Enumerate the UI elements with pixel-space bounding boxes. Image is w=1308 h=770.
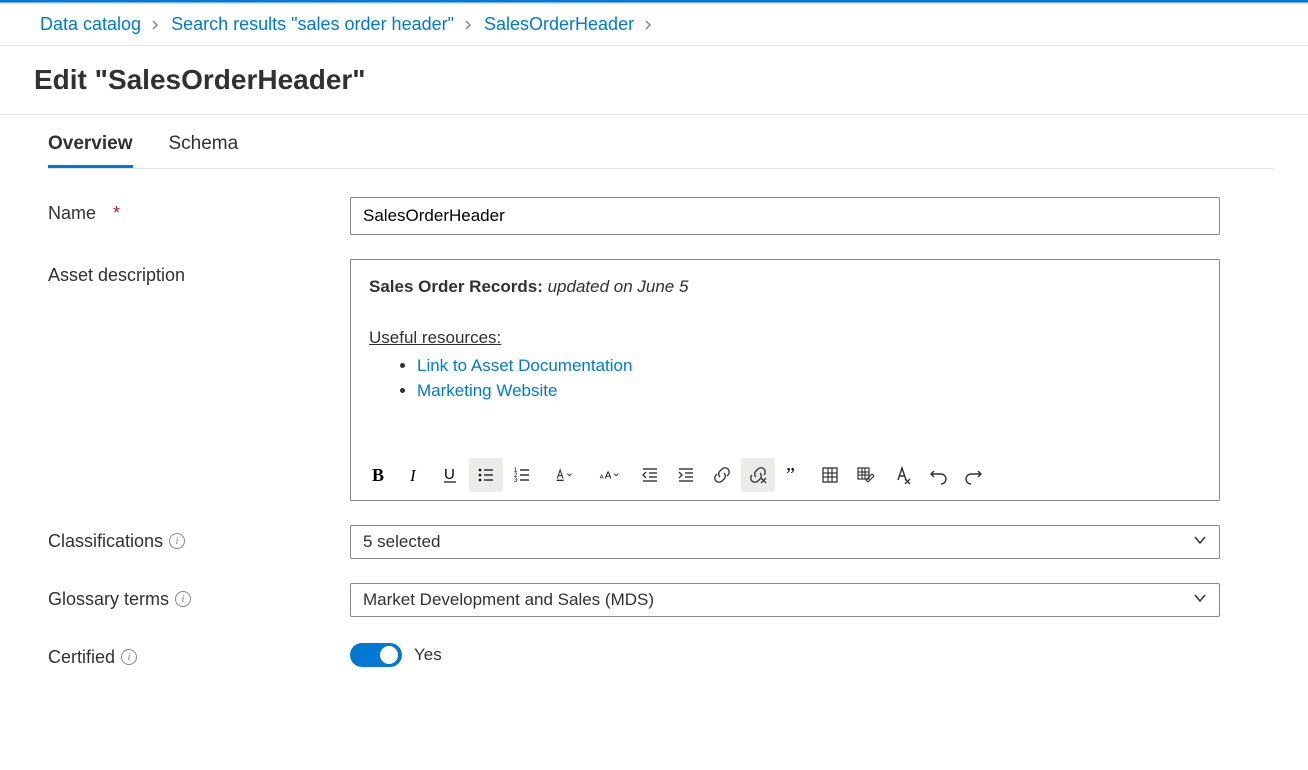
font-color-button[interactable]: [541, 458, 585, 492]
label-certified: Certified i: [48, 641, 350, 668]
desc-title-italic: updated on June 5: [543, 277, 689, 296]
tab-schema[interactable]: Schema: [169, 133, 239, 168]
certified-value: Yes: [414, 645, 442, 665]
italic-button[interactable]: I: [397, 458, 431, 492]
svg-text:A: A: [600, 474, 604, 480]
insert-table-button[interactable]: [813, 458, 847, 492]
chevron-right-icon: [644, 17, 654, 33]
info-icon[interactable]: i: [169, 533, 185, 549]
desc-resources-heading: Useful resources:: [369, 328, 501, 347]
info-icon[interactable]: i: [121, 649, 137, 665]
svg-text:B: B: [372, 465, 384, 485]
glossary-dropdown[interactable]: Market Development and Sales (MDS): [350, 583, 1220, 617]
desc-title-bold: Sales Order Records:: [369, 277, 543, 296]
certified-toggle[interactable]: [350, 643, 402, 667]
svg-text:U: U: [444, 466, 455, 483]
underline-button[interactable]: U: [433, 458, 467, 492]
rich-text-editor: Sales Order Records: updated on June 5 U…: [350, 259, 1220, 501]
chevron-right-icon: [464, 17, 474, 33]
glossary-value: Market Development and Sales (MDS): [363, 590, 654, 610]
bulleted-list-button[interactable]: [469, 458, 503, 492]
svg-text:A: A: [605, 470, 612, 481]
tab-overview[interactable]: Overview: [48, 133, 133, 168]
svg-text:”: ”: [786, 465, 795, 485]
increase-indent-button[interactable]: [669, 458, 703, 492]
label-name: Name *: [48, 197, 350, 224]
decrease-indent-button[interactable]: [633, 458, 667, 492]
redo-button[interactable]: [957, 458, 991, 492]
label-description: Asset description: [48, 259, 350, 286]
remove-link-button[interactable]: [741, 458, 775, 492]
rte-toolbar: B I U 123 AA ”: [351, 454, 1219, 500]
desc-link-marketing[interactable]: Marketing Website: [417, 381, 557, 400]
font-size-button[interactable]: AA: [587, 458, 631, 492]
desc-link-documentation[interactable]: Link to Asset Documentation: [417, 356, 632, 375]
label-glossary: Glossary terms i: [48, 583, 350, 610]
page-title: Edit "SalesOrderHeader": [0, 46, 1308, 115]
svg-text:3: 3: [514, 478, 518, 484]
bold-button[interactable]: B: [361, 458, 395, 492]
svg-text:I: I: [409, 466, 417, 485]
rte-content[interactable]: Sales Order Records: updated on June 5 U…: [351, 260, 1219, 454]
breadcrumb: Data catalog Search results "sales order…: [0, 4, 1308, 46]
insert-link-button[interactable]: [705, 458, 739, 492]
info-icon[interactable]: i: [175, 591, 191, 607]
chevron-down-icon: [1193, 532, 1207, 552]
classifications-value: 5 selected: [363, 532, 441, 552]
undo-button[interactable]: [921, 458, 955, 492]
name-input[interactable]: [350, 197, 1220, 235]
toggle-knob: [380, 646, 398, 664]
numbered-list-button[interactable]: 123: [505, 458, 539, 492]
quote-button[interactable]: ”: [777, 458, 811, 492]
clear-formatting-button[interactable]: [885, 458, 919, 492]
edit-table-button[interactable]: [849, 458, 883, 492]
breadcrumb-link-asset[interactable]: SalesOrderHeader: [484, 14, 634, 35]
required-mark: *: [113, 203, 120, 224]
classifications-dropdown[interactable]: 5 selected: [350, 525, 1220, 559]
chevron-down-icon: [1193, 590, 1207, 610]
breadcrumb-link-catalog[interactable]: Data catalog: [40, 14, 141, 35]
breadcrumb-link-search[interactable]: Search results "sales order header": [171, 14, 454, 35]
label-classifications: Classifications i: [48, 525, 350, 552]
chevron-right-icon: [151, 17, 161, 33]
tab-bar: Overview Schema: [48, 115, 1274, 169]
